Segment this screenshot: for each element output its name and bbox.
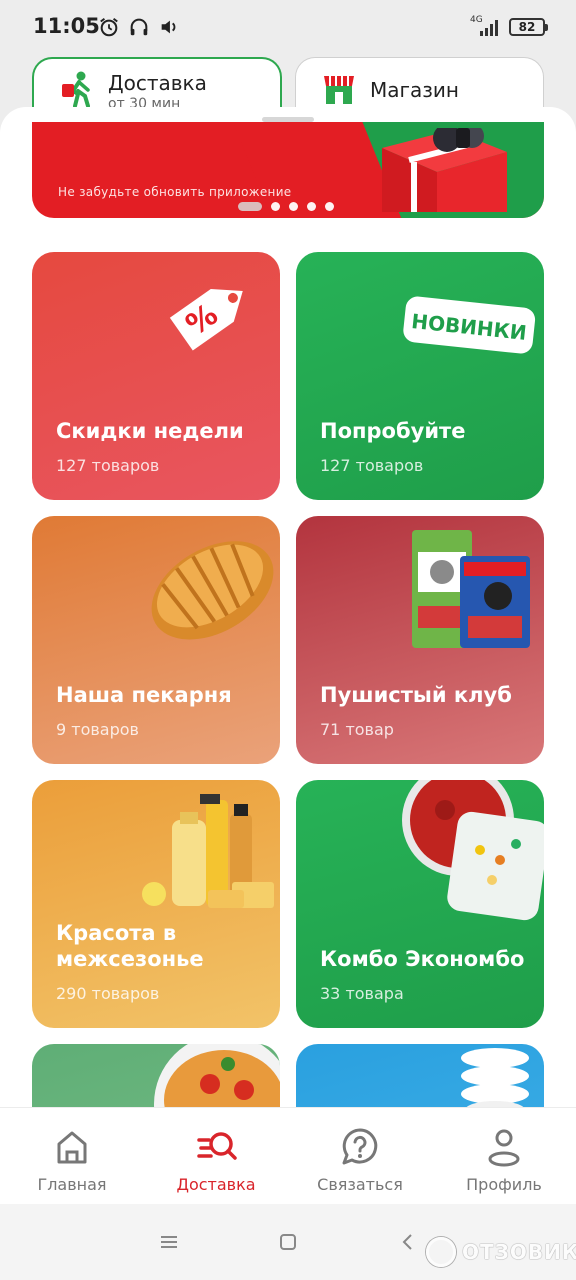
croissant-image <box>151 541 274 640</box>
new-sticker: НОВИНКИ <box>403 296 536 354</box>
menu-icon[interactable] <box>157 1230 181 1254</box>
banner-dot-1[interactable] <box>238 202 262 211</box>
nav-label: Связаться <box>317 1175 403 1194</box>
watermark: ОТЗОВИК <box>426 1237 576 1267</box>
shop-mode-title: Магазин <box>370 78 459 102</box>
category-card-bakery[interactable]: Наша пекарня 9 товаров <box>32 516 280 764</box>
banner-dot-5[interactable] <box>325 202 334 211</box>
status-time: 11:05 <box>33 14 100 38</box>
category-card-discounts[interactable]: % Скидки недели 127 товаров <box>32 252 280 500</box>
category-count: 127 товаров <box>320 456 424 475</box>
discount-tag-icon: % <box>169 289 243 351</box>
question-chat-icon <box>342 1128 378 1165</box>
category-card-lighting[interactable] <box>296 1044 544 1107</box>
category-title: Наша пекарня <box>56 683 232 707</box>
category-card-pasta[interactable] <box>32 1044 280 1107</box>
banner-text: Не забудьте обновить приложение <box>58 185 292 199</box>
banner-dot-4[interactable] <box>307 202 316 211</box>
gift-box-image <box>382 128 507 212</box>
nav-delivery[interactable]: Доставка <box>144 1108 288 1204</box>
delivery-search-icon <box>197 1132 237 1160</box>
bottom-navigation: Главная Доставка Связаться Профиль <box>0 1107 576 1204</box>
headphones-icon <box>130 18 148 36</box>
pet-food-image <box>412 530 530 648</box>
nav-home[interactable]: Главная <box>0 1108 144 1204</box>
banner-dot-2[interactable] <box>271 202 280 211</box>
watermark-logo-icon <box>426 1237 456 1267</box>
delivery-sheet: Не забудьте обновить приложение % Скидки… <box>0 107 576 1107</box>
status-bar: 11:05 4G 82 <box>0 0 576 56</box>
cosmetics-image <box>142 794 274 908</box>
watermark-text: ОТЗОВИК <box>462 1240 576 1264</box>
alarm-icon <box>100 17 118 37</box>
delivery-mode-title: Доставка <box>108 71 207 95</box>
volume-icon <box>161 20 176 34</box>
category-title: Красота в межсезонье <box>56 921 204 971</box>
nav-label: Профиль <box>466 1175 542 1194</box>
category-title: Комбо Экономбо <box>320 947 525 971</box>
category-title: Пушистый клуб <box>320 683 512 707</box>
pasta-image <box>154 1044 280 1107</box>
nav-profile[interactable]: Профиль <box>432 1108 576 1204</box>
banner-pagination <box>238 202 334 211</box>
battery-indicator: 82 <box>509 18 548 36</box>
category-count: 33 товара <box>320 984 404 1003</box>
nav-label: Доставка <box>176 1175 256 1194</box>
category-card-beauty[interactable]: Красота в межсезонье 290 товаров <box>32 780 280 1028</box>
category-title: Скидки недели <box>56 419 244 443</box>
back-icon[interactable] <box>396 1230 420 1254</box>
category-card-combo[interactable]: Комбо Экономбо 33 товара <box>296 780 544 1028</box>
nav-contact[interactable]: Связаться <box>288 1108 432 1204</box>
status-icons <box>98 16 180 38</box>
category-card-try[interactable]: НОВИНКИ Попробуйте 127 товаров <box>296 252 544 500</box>
courier-icon <box>62 71 90 108</box>
shop-icon <box>324 76 354 104</box>
profile-icon <box>488 1129 520 1167</box>
light-bulb-image <box>461 1048 529 1107</box>
signal-icon <box>480 20 498 36</box>
category-count: 290 товаров <box>56 984 160 1003</box>
nav-label: Главная <box>37 1175 107 1194</box>
category-count: 71 товар <box>320 720 394 739</box>
category-card-pets[interactable]: Пушистый клуб 71 товар <box>296 516 544 764</box>
banner-dot-3[interactable] <box>289 202 298 211</box>
category-count: 9 товаров <box>56 720 139 739</box>
food-containers-image <box>402 780 544 921</box>
home-square-icon[interactable] <box>276 1230 300 1254</box>
category-count: 127 товаров <box>56 456 160 475</box>
sheet-drag-handle[interactable] <box>262 117 314 122</box>
home-icon <box>57 1131 87 1164</box>
promo-banner[interactable]: Не забудьте обновить приложение <box>32 122 544 218</box>
category-title: Попробуйте <box>320 419 466 443</box>
